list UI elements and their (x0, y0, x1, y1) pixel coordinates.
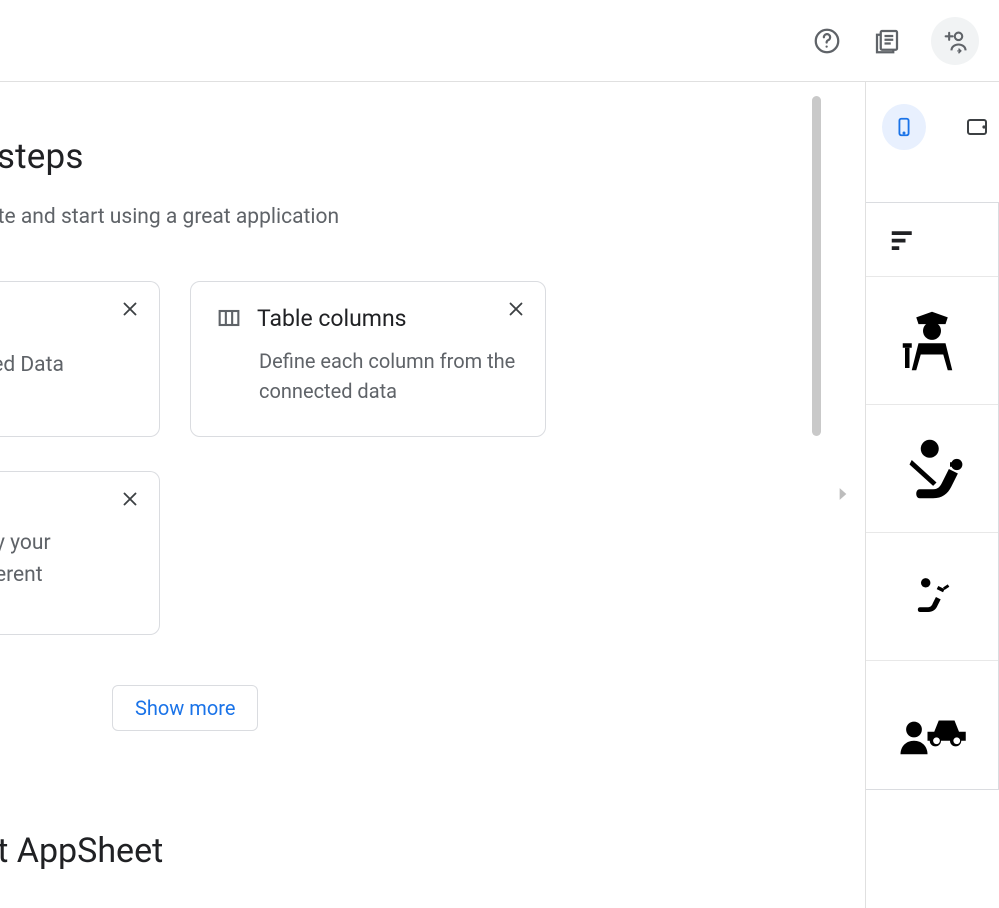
next-steps-subtitle: o create and start using a great applica… (0, 205, 865, 229)
add-person-icon[interactable] (931, 17, 979, 65)
card-views[interactable]: ne way your th different (0, 471, 160, 635)
list-item[interactable] (866, 661, 998, 789)
next-steps-heading: ext steps (0, 136, 865, 177)
main-content: ext steps o create and start using a gre… (0, 82, 865, 908)
tablet-mode-icon[interactable] (956, 104, 999, 150)
close-icon[interactable] (119, 298, 141, 320)
close-icon[interactable] (119, 488, 141, 510)
list-item[interactable] (866, 277, 998, 405)
help-icon[interactable] (811, 25, 843, 57)
card-table-columns[interactable]: Table columns Define each column from th… (190, 281, 546, 437)
card-connected-data[interactable]: nnected Data (0, 281, 160, 437)
list-item[interactable] (866, 533, 998, 661)
phone-mode-icon[interactable] (882, 104, 926, 150)
close-icon[interactable] (505, 298, 527, 320)
device-app-bar (866, 203, 998, 277)
list-item[interactable] (866, 405, 998, 533)
driver-seated-icon (896, 433, 968, 505)
child-seat-icon (907, 571, 957, 621)
card-views-desc: ne way your th different (0, 528, 135, 591)
scrollbar[interactable] (812, 96, 821, 436)
card-table-columns-title: Table columns (257, 305, 407, 332)
preview-panel (865, 82, 999, 908)
pedestrian-car-icon (896, 689, 968, 761)
show-more-button[interactable]: Show more (112, 685, 258, 731)
docs-icon[interactable] (871, 25, 903, 57)
card-table-columns-desc: Define each column from the connected da… (259, 346, 521, 406)
police-officer-icon (896, 305, 968, 377)
card-connected-data-title: nnected Data (0, 350, 135, 382)
sort-icon[interactable] (888, 225, 918, 255)
panel-expand-icon[interactable] (833, 484, 853, 504)
top-toolbar (0, 0, 999, 82)
about-appsheet-heading: bout AppSheet (0, 831, 865, 871)
device-preview (866, 202, 999, 790)
table-columns-icon (215, 304, 243, 332)
